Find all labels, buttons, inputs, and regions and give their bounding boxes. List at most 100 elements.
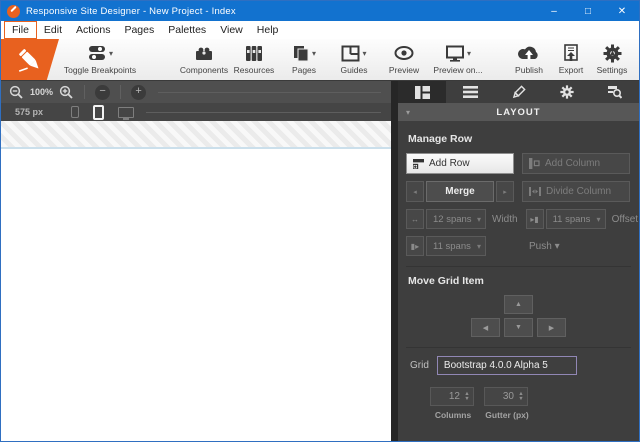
tab-inspector[interactable] — [591, 81, 639, 103]
menu-pages[interactable]: Pages — [117, 22, 161, 38]
phone-small-icon[interactable] — [71, 106, 79, 118]
add-breakpoint-button[interactable]: + — [131, 85, 146, 100]
canvas-margin-hatch — [1, 121, 391, 149]
merge-group: ◂ Merge ▸ — [406, 181, 514, 202]
publish-button[interactable]: Publish — [507, 39, 551, 75]
settings-button[interactable]: Settings — [591, 39, 633, 75]
width-icon: ↔ — [406, 209, 424, 229]
guides-grid-icon — [341, 45, 360, 62]
chevron-down-icon: ▾ — [597, 215, 601, 224]
menu-edit[interactable]: Edit — [37, 22, 69, 38]
design-canvas-area: 100% − + 575 px — [1, 81, 391, 441]
canvas-scrollbar[interactable] — [391, 81, 398, 441]
move-down-button[interactable]: ▼ — [504, 318, 533, 337]
tab-structure[interactable] — [446, 81, 494, 103]
gutter-label: Gutter (px) — [480, 410, 534, 420]
chevron-down-icon: ▾ — [467, 49, 471, 58]
add-row-icon — [413, 159, 424, 169]
grid-label: Grid — [410, 360, 429, 371]
maximize-button[interactable]: □ — [571, 1, 605, 21]
list-icon — [463, 86, 478, 98]
page-canvas[interactable] — [1, 149, 391, 442]
chevron-down-icon: ▾ — [362, 49, 366, 58]
move-left-button[interactable]: ◀ — [471, 318, 500, 337]
stepper-arrows-icon[interactable]: ▲▼ — [517, 392, 527, 402]
collapse-chevron-icon: ▾ — [406, 108, 410, 117]
move-pad: ▲ ◀ ▼ ▶ — [406, 295, 631, 337]
inspect-search-icon — [607, 85, 622, 99]
push-spans-select[interactable]: 11 spans ▾ — [426, 236, 486, 256]
main-area: 100% − + 575 px — [1, 81, 639, 441]
move-right-button[interactable]: ▶ — [537, 318, 566, 337]
merge-left-button[interactable]: ◂ — [406, 181, 424, 202]
toolbar: ▾ Toggle Breakpoints Components — [1, 39, 639, 81]
section-divider — [406, 347, 631, 348]
divider — [120, 85, 121, 99]
menu-view[interactable]: View — [213, 22, 250, 38]
pages-button[interactable]: ▾ Pages — [279, 39, 329, 75]
settings-gear-icon — [603, 44, 622, 63]
divider — [84, 85, 85, 99]
remove-breakpoint-button[interactable]: − — [95, 85, 110, 100]
close-button[interactable]: ✕ — [605, 1, 639, 21]
gutter-stepper[interactable]: 30 ▲▼ — [484, 387, 528, 406]
components-lego-icon — [194, 45, 214, 62]
components-button[interactable]: Components — [179, 39, 229, 75]
pages-icon — [292, 45, 310, 62]
push-label[interactable]: Push ▾ — [529, 241, 560, 252]
menu-help[interactable]: Help — [250, 22, 286, 38]
tab-settings[interactable] — [543, 81, 591, 103]
zoom-in-icon[interactable] — [59, 85, 74, 100]
width-label: Width — [492, 214, 518, 225]
section-divider — [406, 266, 631, 267]
tab-design[interactable] — [494, 81, 542, 103]
minimize-button[interactable]: – — [537, 1, 571, 21]
window-title: Responsive Site Designer - New Project -… — [26, 6, 236, 17]
export-button[interactable]: Export — [551, 39, 591, 75]
breakpoint-track — [158, 92, 381, 93]
zoom-out-icon[interactable] — [9, 85, 24, 100]
chevron-down-icon: ▾ — [312, 49, 316, 58]
resources-button[interactable]: Resources — [229, 39, 279, 75]
merge-right-button[interactable]: ▸ — [496, 181, 514, 202]
panel-header[interactable]: ▾ LAYOUT — [398, 103, 639, 121]
divide-column-button[interactable]: Divide Column — [522, 181, 630, 202]
menu-file[interactable]: File — [4, 21, 37, 39]
breakpoint-ruler: 575 px — [1, 103, 391, 121]
menu-palettes[interactable]: Palettes — [161, 22, 213, 38]
offset-spans-select[interactable]: 11 spans ▾ — [546, 209, 606, 229]
titlebar: Responsive Site Designer - New Project -… — [1, 1, 639, 21]
desktop-icon[interactable] — [118, 107, 134, 118]
toolbar-right-group: Publish Export — [507, 39, 633, 75]
tab-layout[interactable] — [398, 81, 446, 103]
add-column-icon — [529, 158, 540, 169]
move-up-button[interactable]: ▲ — [504, 295, 533, 314]
stepper-arrows-icon[interactable]: ▲▼ — [463, 392, 473, 402]
toggle-breakpoints-button[interactable]: ▾ Toggle Breakpoints — [63, 39, 137, 75]
breakpoints-toggles-icon — [87, 45, 107, 61]
gear-icon — [560, 85, 574, 99]
guides-button[interactable]: ▾ Guides — [329, 39, 379, 75]
app-window: Responsive Site Designer - New Project -… — [0, 0, 640, 442]
publish-cloud-icon — [518, 45, 540, 61]
grid-framework-select[interactable]: Bootstrap 4.0.0 Alpha 5 — [437, 356, 577, 375]
app-logo — [1, 39, 59, 80]
offset-icon: ▸▮ — [526, 209, 544, 229]
move-grid-item-title: Move Grid Item — [408, 275, 631, 287]
phone-active-icon[interactable] — [93, 105, 104, 120]
panel-title: LAYOUT — [496, 107, 540, 118]
width-spans-select[interactable]: 12 spans ▾ — [426, 209, 486, 229]
pencil-icon — [511, 85, 526, 100]
preview-button[interactable]: Preview — [379, 39, 429, 75]
chevron-down-icon: ▾ — [477, 242, 481, 251]
preview-on-button[interactable]: ▾ Preview on... — [429, 39, 487, 75]
app-icon — [7, 5, 20, 18]
add-row-button[interactable]: Add Row — [406, 153, 514, 174]
divide-column-icon — [529, 187, 541, 196]
merge-button[interactable]: Merge — [426, 181, 494, 202]
window-controls: – □ ✕ — [537, 1, 639, 21]
menu-actions[interactable]: Actions — [69, 22, 117, 38]
add-column-button[interactable]: Add Column — [522, 153, 630, 174]
layout-panel-content: Manage Row Add Row — [398, 121, 639, 420]
columns-stepper[interactable]: 12 ▲▼ — [430, 387, 474, 406]
